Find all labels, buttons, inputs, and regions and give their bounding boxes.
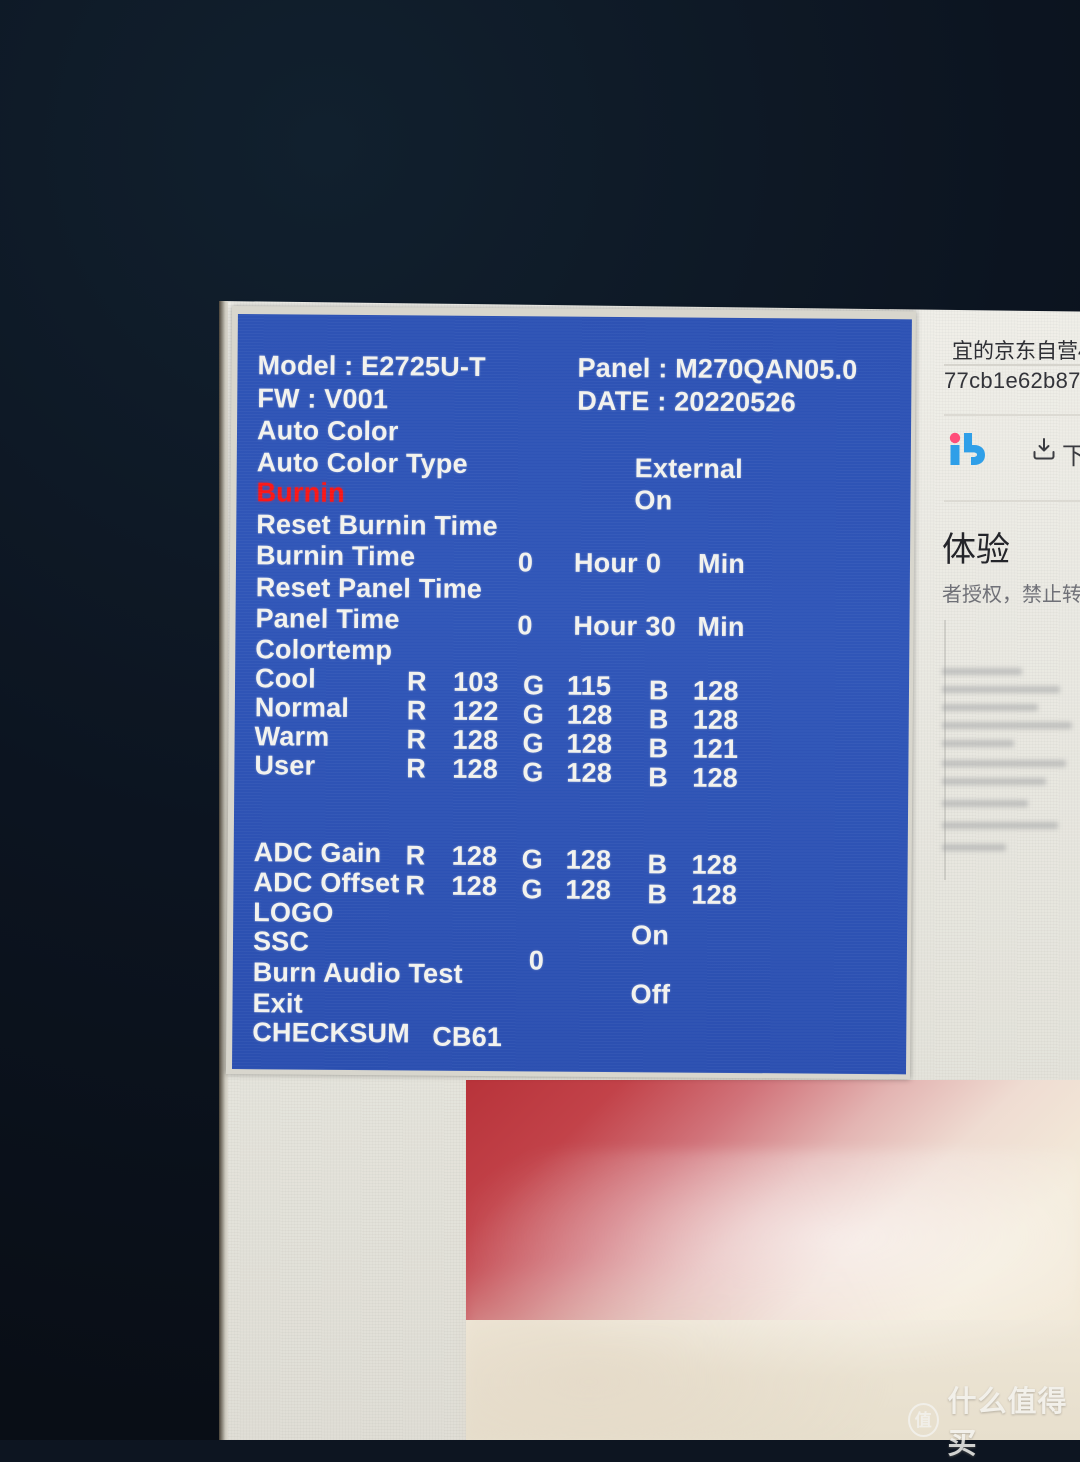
osd-value-panel-time-hour[interactable]: 0 xyxy=(517,610,532,641)
site-logo-icon xyxy=(948,432,996,466)
colortemp-b-label-3: B xyxy=(648,762,668,793)
watermark-text: 什么值得买 xyxy=(948,1378,1080,1462)
osd-value-panel-time-min[interactable]: 30 xyxy=(645,611,676,642)
colortemp-r-label-0: R xyxy=(407,666,427,697)
colortemp-b-label-0: B xyxy=(649,675,669,706)
adc-g-value-1[interactable]: 128 xyxy=(565,875,611,906)
colortemp-g-value-2[interactable]: 128 xyxy=(566,729,612,760)
osd-item-burnin-time[interactable]: Burnin Time xyxy=(256,540,415,572)
osd-value-burnin-time-min[interactable]: 0 xyxy=(646,548,661,579)
adc-g-label-0: G xyxy=(522,844,543,875)
colortemp-g-value-1[interactable]: 128 xyxy=(567,700,613,731)
osd-item-colortemp[interactable]: Colortemp xyxy=(255,634,392,666)
adc-row-label-1[interactable]: ADC Offset xyxy=(253,867,399,899)
osd-unit-panel-time-min: Min xyxy=(697,612,744,643)
colortemp-b-value-1[interactable]: 128 xyxy=(693,705,739,736)
osd-item-auto-color-type[interactable]: Auto Color Type xyxy=(257,447,468,480)
adc-r-value-0[interactable]: 128 xyxy=(452,841,498,872)
colortemp-r-value-3[interactable]: 128 xyxy=(452,754,498,785)
adc-b-value-1[interactable]: 128 xyxy=(691,880,737,911)
colortemp-b-label-2: B xyxy=(648,733,668,764)
colortemp-g-label-0: G xyxy=(523,670,544,701)
osd-model-label: Model : E2725U-T xyxy=(257,350,485,383)
colortemp-r-label-2: R xyxy=(406,724,426,755)
download-button-label[interactable]: 下 xyxy=(1062,436,1080,471)
adc-b-value-0[interactable]: 128 xyxy=(692,850,738,881)
browser-separator-mid xyxy=(944,414,1080,416)
colortemp-b-value-2[interactable]: 121 xyxy=(692,734,738,765)
osd-value-logo[interactable]: On xyxy=(631,920,669,951)
osd-item-logo[interactable]: LOGO xyxy=(253,897,334,929)
osd-item-ssc[interactable]: SSC xyxy=(253,926,309,957)
osd-unit-panel-time-hour: Hour xyxy=(573,611,637,643)
osd-item-panel-time[interactable]: Panel Time xyxy=(255,603,399,635)
browser-tab-title[interactable]: 宜的京东自营4K xyxy=(952,335,1080,365)
osd-value-auto-color-type[interactable]: External xyxy=(635,453,743,485)
osd-value-burnin[interactable]: On xyxy=(634,485,672,516)
article-copyright-note: 者授权，禁止转 xyxy=(942,578,1080,607)
monitor-osd-service-menu: Model : E2725U-T Panel : M270QAN05.0 FW … xyxy=(226,306,916,1079)
blurred-text-block xyxy=(938,660,1080,865)
colortemp-row-label-2[interactable]: Warm xyxy=(254,721,329,753)
osd-item-reset-burnin-time[interactable]: Reset Burnin Time xyxy=(256,509,498,542)
colortemp-row-label-3[interactable]: User xyxy=(254,750,315,781)
osd-item-checksum: CHECKSUM xyxy=(252,1017,410,1049)
colortemp-r-value-2[interactable]: 128 xyxy=(452,725,498,756)
colortemp-b-value-0[interactable]: 128 xyxy=(693,676,739,707)
osd-panel-label: Panel : M270QAN05.0 xyxy=(577,353,857,386)
colortemp-b-value-3[interactable]: 128 xyxy=(692,763,738,794)
osd-unit-burnin-time-min: Min xyxy=(698,549,745,580)
site-watermark: 值 什么值得买 xyxy=(908,1378,1080,1462)
osd-value-exit[interactable]: Off xyxy=(630,979,670,1010)
osd-value-checksum: CB61 xyxy=(432,1022,502,1054)
colortemp-row-label-0[interactable]: Cool xyxy=(255,663,316,694)
osd-value-ssc[interactable]: 0 xyxy=(529,945,544,976)
osd-panel: Model : E2725U-T Panel : M270QAN05.0 FW … xyxy=(232,314,912,1074)
adc-r-label-0: R xyxy=(406,840,426,871)
colortemp-r-label-3: R xyxy=(406,753,426,784)
colortemp-g-label-1: G xyxy=(523,699,544,730)
osd-item-reset-panel-time[interactable]: Reset Panel Time xyxy=(256,572,483,605)
osd-item-exit[interactable]: Exit xyxy=(252,988,303,1019)
osd-date-label: DATE : 20220526 xyxy=(577,386,796,419)
adc-row-label-0[interactable]: ADC Gain xyxy=(254,837,382,869)
osd-value-burnin-time-hour[interactable]: 0 xyxy=(518,547,533,578)
colortemp-r-value-0[interactable]: 103 xyxy=(453,667,499,698)
osd-fw-label: FW : V001 xyxy=(257,383,388,415)
adc-r-label-1: R xyxy=(405,870,425,901)
colortemp-g-label-2: G xyxy=(522,728,543,759)
osd-unit-burnin-time-hour: Hour xyxy=(574,548,638,580)
osd-item-burnin[interactable]: Burnin xyxy=(256,477,344,509)
watermark-logo-icon: 值 xyxy=(908,1403,939,1437)
adc-g-value-0[interactable]: 128 xyxy=(566,845,612,876)
colortemp-g-value-3[interactable]: 128 xyxy=(566,758,612,789)
colortemp-g-label-3: G xyxy=(522,757,543,788)
colortemp-g-value-0[interactable]: 115 xyxy=(567,671,611,702)
download-icon[interactable] xyxy=(1030,435,1058,463)
adc-g-label-1: G xyxy=(521,874,542,905)
adc-b-label-0: B xyxy=(648,849,668,880)
browser-separator-top xyxy=(944,364,1080,366)
adc-r-value-1[interactable]: 128 xyxy=(451,871,497,902)
colortemp-r-value-1[interactable]: 122 xyxy=(453,696,499,727)
adc-b-label-1: B xyxy=(647,879,667,910)
colortemp-r-label-1: R xyxy=(407,695,427,726)
colortemp-b-label-1: B xyxy=(649,704,669,735)
osd-item-burn-audio-test[interactable]: Burn Audio Test xyxy=(253,957,463,990)
osd-item-auto-color[interactable]: Auto Color xyxy=(257,415,399,447)
browser-separator-lower xyxy=(944,500,1080,502)
colortemp-row-label-1[interactable]: Normal xyxy=(255,692,349,724)
browser-address-bar-url[interactable]: 77cb1e62b87 xyxy=(944,368,1080,394)
article-heading: 体验 xyxy=(942,522,1010,571)
